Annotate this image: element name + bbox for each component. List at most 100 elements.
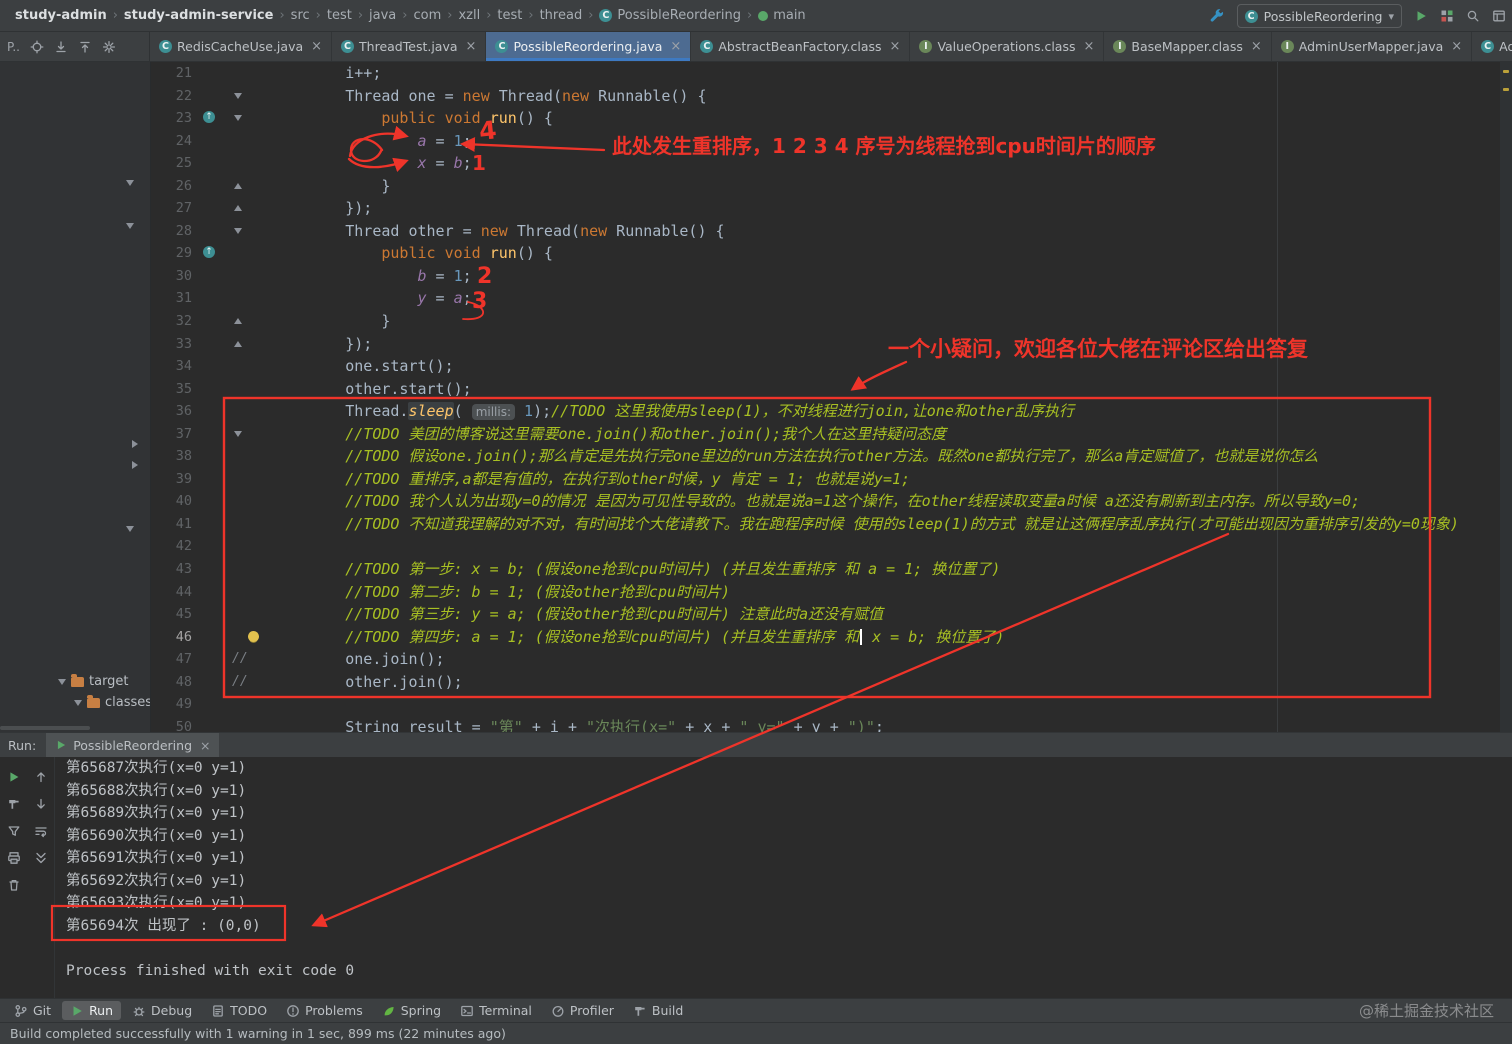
editor-tab[interactable]: I AdminUserMapper.java × [1272,32,1473,61]
tool-window-button-git[interactable]: Git [6,1001,59,1020]
tree-collapse-icon[interactable] [132,461,138,469]
code-text[interactable]: //TODO 重排序,a都是有值的，在执行到other时候，y 肯定 = 1; … [265,468,1512,491]
code-text[interactable] [265,693,1512,716]
code-text[interactable]: }); [265,333,1512,356]
code-text[interactable]: other.join(); [265,671,1512,694]
code-text[interactable]: } [265,310,1512,333]
line-number[interactable]: 33 [150,333,196,356]
warning-mark[interactable] [1503,88,1509,91]
editor-tab[interactable]: C PossibleReordering.java × [486,32,692,61]
tree-collapse-icon[interactable] [132,440,138,448]
code-editor[interactable]: 21 i++; 22 Thread one = new Thread(new Ru… [150,62,1512,732]
intention-bulb-icon[interactable] [248,630,259,642]
tool-window-button-debug[interactable]: Debug [124,1001,200,1020]
console-output[interactable]: 第65687次执行(x=0 y=1) 第65688次执行(x=0 y=1) 第656… [56,757,1512,999]
line-number[interactable]: 25 [150,152,196,175]
code-text[interactable] [265,535,1512,558]
fold-collapse-icon[interactable] [234,92,242,99]
line-number[interactable]: 37 [150,423,196,446]
line-number[interactable]: 48 [150,671,196,694]
line-number[interactable]: 47 [150,648,196,671]
editor-tab[interactable]: I BaseMapper.class × [1104,32,1272,61]
line-number[interactable]: 41 [150,513,196,536]
close-icon[interactable]: × [1084,40,1095,53]
tree-expand-icon[interactable] [74,699,82,706]
tree-expand-icon[interactable] [58,678,66,685]
code-text[interactable]: } [265,175,1512,198]
breadcrumb-item[interactable]: study-admin [15,8,107,23]
fold-collapse-icon[interactable] [234,115,242,122]
close-icon[interactable]: × [200,738,210,753]
breadcrumb-item[interactable]: com [413,8,441,23]
code-text[interactable]: //TODO 第三步: y = a; (假设other抢到cpu时间片) 注意此… [265,603,1512,626]
close-icon[interactable]: × [1251,40,1262,53]
breadcrumb-item[interactable]: test [327,8,352,23]
tool-window-button-run[interactable]: Run [62,1001,122,1020]
close-icon[interactable]: × [466,40,477,53]
line-number[interactable]: 29 [150,242,196,265]
clear-button[interactable] [7,878,21,892]
line-number[interactable]: 50 [150,716,196,732]
breadcrumb-item[interactable]: java [369,8,396,23]
line-number[interactable]: 22 [150,85,196,108]
gear-icon[interactable] [102,40,116,54]
editor-tab[interactable]: I ValueOperations.class × [910,32,1105,61]
editor-tab[interactable]: C AbstractBeanFactory.class × [691,32,911,61]
code-text[interactable]: b = 1; [265,265,1512,288]
code-text[interactable]: x = b; [265,152,1512,175]
fold-expand-icon[interactable] [234,318,242,325]
code-text[interactable]: Thread other = new Thread(new Runnable()… [265,220,1512,243]
print-button[interactable] [7,851,21,865]
expand-icon[interactable] [54,40,68,54]
error-stripe[interactable] [1500,62,1512,732]
code-text[interactable]: String result = "第" + i + "次执行(x=" + x +… [265,716,1512,732]
filter-button[interactable] [7,824,21,838]
breadcrumb-item[interactable]: study-admin-service [124,8,274,23]
breadcrumb-item[interactable]: thread [540,8,583,23]
line-number[interactable]: 40 [150,490,196,513]
code-text[interactable]: a = 1; [265,130,1512,153]
project-panel-label[interactable]: P.. [7,40,20,54]
code-text[interactable]: public void run() { [265,107,1512,130]
tree-expand-icon[interactable] [126,223,134,229]
line-number[interactable]: 28 [150,220,196,243]
line-number[interactable]: 42 [150,535,196,558]
line-number[interactable]: 44 [150,581,196,604]
locate-icon[interactable] [30,40,44,54]
code-text[interactable]: //TODO 假设one.join();那么肯定是先执行完one里边的run方法… [265,445,1512,468]
line-number[interactable]: 31 [150,287,196,310]
override-method-icon[interactable]: ↑ [203,111,215,124]
line-number[interactable]: 24 [150,130,196,153]
tool-window-button-todo[interactable]: TODO [203,1001,275,1020]
code-text[interactable]: Thread one = new Thread(new Runnable() { [265,85,1512,108]
services-button[interactable] [1440,9,1454,23]
run-button[interactable] [1414,9,1428,23]
code-text[interactable]: public void run() { [265,242,1512,265]
code-text[interactable]: //TODO 不知道我理解的对不对，有时间找个大佬请教下。我在跑程序时候 使用的… [265,513,1512,536]
code-text[interactable]: //TODO 第四步: a = 1; (假设one抢到cpu时间片) (并且发生… [265,626,1512,649]
search-button[interactable] [1466,9,1480,23]
line-number[interactable]: 36 [150,400,196,423]
tool-window-button-terminal[interactable]: Terminal [452,1001,540,1020]
line-number[interactable]: 46 [150,626,196,649]
code-text[interactable]: y = a; [265,287,1512,310]
run-configuration-select[interactable]: C PossibleReordering ▾ [1236,4,1402,28]
code-text[interactable]: //TODO 第二步: b = 1; (假设other抢到cpu时间片) [265,581,1512,604]
code-text[interactable]: //TODO 美团的博客说这里需要one.join()和other.join()… [265,423,1512,446]
tool-window-button-profiler[interactable]: Profiler [543,1001,622,1020]
tree-item-classes[interactable]: classes [74,694,150,710]
fold-expand-icon[interactable] [234,340,242,347]
editor-tab[interactable]: C ThreadTest.java × [332,32,487,61]
line-number[interactable]: 21 [150,62,196,85]
build-button[interactable] [7,797,21,811]
tree-expand-icon[interactable] [126,526,134,532]
tool-window-button-problems[interactable]: Problems [278,1001,371,1020]
breadcrumb-item[interactable]: test [497,8,522,23]
close-icon[interactable]: × [311,40,322,53]
breadcrumb-item[interactable]: xzll [458,8,480,23]
line-number[interactable]: 39 [150,468,196,491]
code-text[interactable]: Thread.sleep( millis: 1);//TODO 这里我使用sle… [265,400,1512,423]
code-text[interactable]: one.join(); [265,648,1512,671]
tool-window-button-spring[interactable]: Spring [374,1001,449,1020]
warning-mark[interactable] [1503,70,1509,73]
